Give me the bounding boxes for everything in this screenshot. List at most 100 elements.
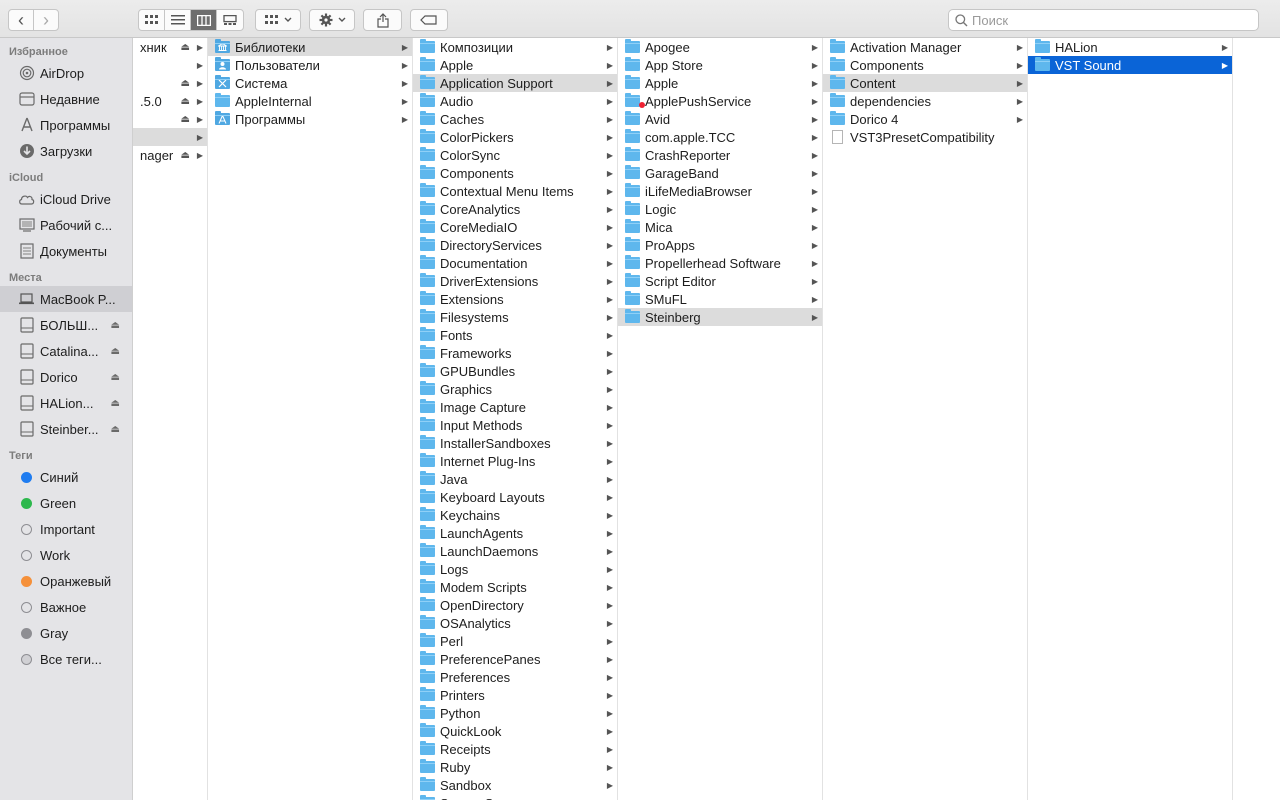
list-item[interactable]: хник ⏏ ▶ — [133, 38, 207, 56]
list-item[interactable]: ▶ — [133, 128, 207, 146]
eject-icon[interactable]: ⏏ — [181, 96, 190, 107]
eject-icon[interactable]: ⏏ — [111, 320, 120, 331]
sidebar-item-macbook[interactable]: MacBook P... — [0, 286, 132, 312]
eject-icon[interactable]: ⏏ — [111, 424, 120, 435]
sidebar-item-volume-1[interactable]: БОЛЬШ... ⏏ — [0, 312, 132, 338]
list-item[interactable]: ⏏ ▶ — [133, 110, 207, 128]
list-item[interactable]: GarageBand ▶ — [618, 164, 822, 182]
list-item[interactable]: LaunchAgents ▶ — [413, 524, 617, 542]
sidebar-item-tag[interactable]: Gray — [0, 620, 132, 646]
sidebar-item-tag[interactable]: Оранжевый — [0, 568, 132, 594]
list-item[interactable]: Logic ▶ — [618, 200, 822, 218]
list-item[interactable]: OpenDirectory ▶ — [413, 596, 617, 614]
list-item[interactable]: ColorSync ▶ — [413, 146, 617, 164]
list-item[interactable]: ColorPickers ▶ — [413, 128, 617, 146]
list-item[interactable]: ⏏ ▶ — [133, 74, 207, 92]
list-item[interactable]: Components ▶ — [413, 164, 617, 182]
list-item[interactable]: nager ⏏ ▶ — [133, 146, 207, 164]
icon-view-button[interactable] — [139, 10, 165, 30]
list-item[interactable]: Библиотеки ▶ — [208, 38, 412, 56]
list-item[interactable]: Extensions ▶ — [413, 290, 617, 308]
list-item[interactable]: SMuFL ▶ — [618, 290, 822, 308]
sidebar-item-recents[interactable]: Недавние — [0, 86, 132, 112]
share-button[interactable] — [363, 9, 402, 31]
list-item[interactable]: .5.0 ⏏ ▶ — [133, 92, 207, 110]
list-item[interactable]: Image Capture ▶ — [413, 398, 617, 416]
list-item[interactable]: Apple ▶ — [413, 56, 617, 74]
list-item[interactable]: dependencies ▶ — [823, 92, 1027, 110]
list-item[interactable]: Modem Scripts ▶ — [413, 578, 617, 596]
list-item[interactable]: AppleInternal ▶ — [208, 92, 412, 110]
list-item[interactable]: Dorico 4 ▶ — [823, 110, 1027, 128]
sidebar-item-applications[interactable]: Программы — [0, 112, 132, 138]
sidebar-item-documents[interactable]: Документы — [0, 238, 132, 264]
eject-icon[interactable]: ⏏ — [111, 346, 120, 357]
list-view-button[interactable] — [165, 10, 191, 30]
sidebar-item-tag[interactable]: Important — [0, 516, 132, 542]
list-item[interactable]: Python ▶ — [413, 704, 617, 722]
sidebar-item-tag[interactable]: Синий — [0, 464, 132, 490]
list-item[interactable]: Contextual Menu Items ▶ — [413, 182, 617, 200]
list-item[interactable]: Frameworks ▶ — [413, 344, 617, 362]
forward-button[interactable]: › — [33, 9, 59, 31]
gallery-view-button[interactable] — [217, 10, 243, 30]
list-item[interactable]: ApplePushService ▶ — [618, 92, 822, 110]
list-item[interactable]: Preferences ▶ — [413, 668, 617, 686]
list-item[interactable]: ▶ — [133, 56, 207, 74]
eject-icon[interactable]: ⏏ — [181, 78, 190, 89]
list-item[interactable]: Программы ▶ — [208, 110, 412, 128]
list-item[interactable]: CrashReporter ▶ — [618, 146, 822, 164]
list-item[interactable]: HALion ▶ — [1028, 38, 1232, 56]
eject-icon[interactable]: ⏏ — [181, 114, 190, 125]
eject-icon[interactable]: ⏏ — [181, 150, 190, 161]
list-item[interactable]: OSAnalytics ▶ — [413, 614, 617, 632]
list-item[interactable]: Input Methods ▶ — [413, 416, 617, 434]
list-item[interactable]: Система ▶ — [208, 74, 412, 92]
list-item[interactable]: Sandbox ▶ — [413, 776, 617, 794]
list-item[interactable]: Audio ▶ — [413, 92, 617, 110]
list-item[interactable]: Avid ▶ — [618, 110, 822, 128]
list-item[interactable]: Application Support ▶ — [413, 74, 617, 92]
list-item[interactable]: iLifeMediaBrowser ▶ — [618, 182, 822, 200]
list-item[interactable]: App Store ▶ — [618, 56, 822, 74]
list-item[interactable]: Caches ▶ — [413, 110, 617, 128]
list-item[interactable]: Script Editor ▶ — [618, 272, 822, 290]
list-item[interactable]: Java ▶ — [413, 470, 617, 488]
eject-icon[interactable]: ⏏ — [181, 42, 190, 53]
list-item[interactable]: Components ▶ — [823, 56, 1027, 74]
list-item[interactable]: Internet Plug-Ins ▶ — [413, 452, 617, 470]
list-item[interactable]: Printers ▶ — [413, 686, 617, 704]
list-item[interactable]: Mica ▶ — [618, 218, 822, 236]
list-item[interactable]: VST Sound ▶ — [1028, 56, 1232, 74]
sidebar-item-airdrop[interactable]: AirDrop — [0, 60, 132, 86]
group-by-button[interactable] — [255, 9, 301, 31]
sidebar-item-volume-5[interactable]: Steinber... ⏏ — [0, 416, 132, 442]
sidebar-item-volume-2[interactable]: Catalina... ⏏ — [0, 338, 132, 364]
back-button[interactable]: ‹ — [8, 9, 34, 31]
list-item[interactable]: DirectoryServices ▶ — [413, 236, 617, 254]
list-item[interactable]: InstallerSandboxes ▶ — [413, 434, 617, 452]
list-item[interactable]: QuickLook ▶ — [413, 722, 617, 740]
list-item[interactable]: Композиции ▶ — [413, 38, 617, 56]
list-item[interactable]: Filesystems ▶ — [413, 308, 617, 326]
sidebar-item-volume-4[interactable]: HALion... ⏏ — [0, 390, 132, 416]
list-item[interactable]: Apogee ▶ — [618, 38, 822, 56]
tag-button[interactable] — [410, 9, 448, 31]
list-item[interactable]: Perl ▶ — [413, 632, 617, 650]
list-item[interactable]: Propellerhead Software ▶ — [618, 254, 822, 272]
eject-icon[interactable]: ⏏ — [111, 372, 120, 383]
list-item[interactable]: Пользователи ▶ — [208, 56, 412, 74]
list-item[interactable]: CoreAnalytics ▶ — [413, 200, 617, 218]
sidebar-item-tag[interactable]: Все теги... — [0, 646, 132, 672]
list-item[interactable]: ProApps ▶ — [618, 236, 822, 254]
list-item[interactable]: Keychains ▶ — [413, 506, 617, 524]
eject-icon[interactable]: ⏏ — [111, 398, 120, 409]
list-item[interactable]: Documentation ▶ — [413, 254, 617, 272]
list-item[interactable]: Steinberg ▶ — [618, 308, 822, 326]
list-item[interactable]: Receipts ▶ — [413, 740, 617, 758]
sidebar-item-tag[interactable]: Green — [0, 490, 132, 516]
sidebar-item-icloud-drive[interactable]: iCloud Drive — [0, 186, 132, 212]
list-item[interactable]: com.apple.TCC ▶ — [618, 128, 822, 146]
sidebar-item-volume-3[interactable]: Dorico ⏏ — [0, 364, 132, 390]
action-menu-button[interactable] — [309, 9, 355, 31]
